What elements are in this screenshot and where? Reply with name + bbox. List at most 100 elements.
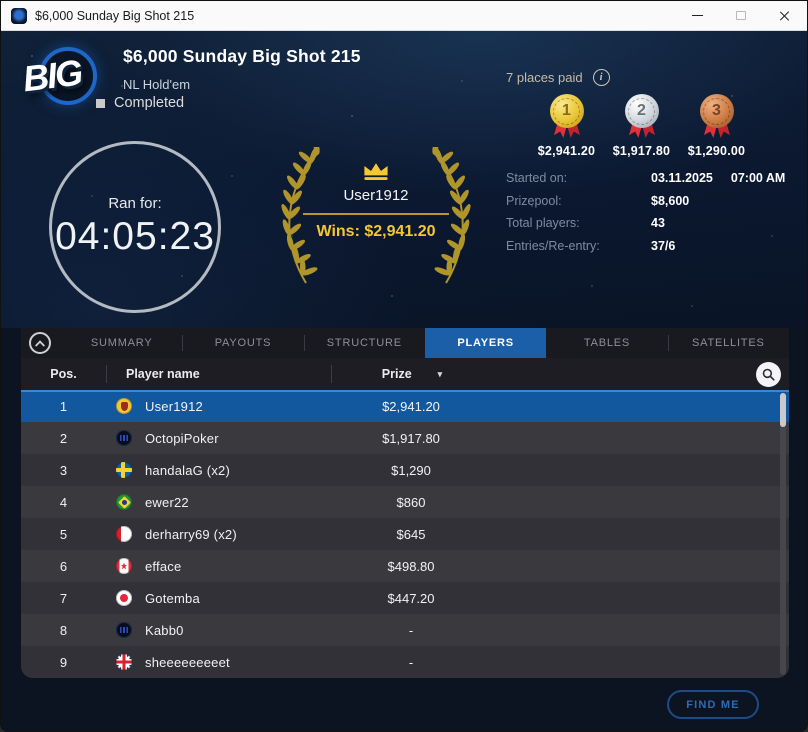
info-row: Entries/Re-entry: 37/6 [506,239,794,253]
player-prize: $2,941.20 [382,398,440,414]
search-player-button[interactable] [756,361,781,387]
player-name: OctopiPoker [145,430,219,446]
medal-coin-icon: 3 [699,94,734,128]
title-bar: $6,000 Sunday Big Shot 215 [1,1,807,31]
tournament-status: Completed [96,95,184,111]
player-name-cell: handalaG (x2) [106,462,331,478]
table-row[interactable]: 5 derharry69 (x2) $645 [21,518,789,550]
laurel-left-icon [281,147,320,284]
player-name: derharry69 (x2) [145,526,237,542]
info-label: Total players: [506,216,580,230]
info-label: Entries/Re-entry: [506,238,600,253]
tab-players[interactable]: PLAYERS [424,328,547,358]
table-row[interactable]: 3 handalaG (x2) $1,290 [21,454,789,486]
medal-prize: $1,917.80 [612,144,671,158]
search-icon [762,368,775,381]
window-title: $6,000 Sunday Big Shot 215 [35,8,195,23]
ran-for-circle: Ran for: 04:05:23 [49,141,221,313]
info-row: Total players: 43 [506,216,794,230]
app-icon [11,7,27,24]
player-prize: $860 [396,494,426,510]
laurel-right-icon [432,147,471,284]
tab-structure[interactable]: STRUCTURE [303,328,425,358]
info-row: Started on: 03.11.2025 07:00 AM [506,171,794,185]
tab-summary[interactable]: SUMMARY [61,328,182,358]
minimize-button[interactable] [675,1,719,30]
collapse-panel-button[interactable] [29,332,51,354]
player-name-cell: ewer22 [106,494,331,510]
player-flag-icon [116,622,132,638]
player-position: 7 [59,590,68,606]
window-controls [675,1,807,30]
info-value-secondary: 07:00 AM [730,171,786,185]
player-flag-icon [116,654,132,670]
info-value: 37/6 [651,238,676,253]
info-value: $8,600 [651,193,690,208]
info-icon[interactable]: i [592,69,610,86]
player-flag-icon [116,526,132,542]
player-name-cell: sheeeeeeeeet [106,654,331,670]
info-label: Started on: [506,171,568,185]
player-name-cell: User1912 [106,398,331,414]
player-prize: $1,290 [391,462,431,478]
tab-label: SATELLITES [692,337,765,349]
player-name: sheeeeeeeeet [145,654,230,670]
player-position: 1 [59,398,68,414]
tab-bar: SUMMARY PAYOUTS STRUCTURE PLAYERS TABLES… [21,328,789,358]
find-me-button[interactable]: FIND ME [667,690,759,719]
close-button[interactable] [763,1,807,30]
player-name: User1912 [145,398,203,414]
table-row[interactable]: 6 efface $498.80 [21,550,789,582]
player-name-cell: OctopiPoker [106,430,331,446]
prize-header-label: Prize [381,367,412,381]
medal-prize: $2,941.20 [537,144,596,158]
player-name-cell: derharry69 (x2) [106,526,331,542]
tab-label: STRUCTURE [326,337,402,349]
tournament-info-list: Started on: 03.11.2025 07:00 AM Prizepoo… [506,171,794,253]
table-row[interactable]: 8 Kabb0 - [21,614,789,646]
game-type: NL Hold'em [123,77,191,92]
player-position: 6 [59,558,68,574]
minimize-icon [691,14,703,17]
table-header: Pos. Player name Prize ▾ [21,358,789,390]
status-bullet-icon [96,98,105,108]
player-position: 5 [59,526,68,542]
player-prize: $1,917.80 [382,430,440,446]
info-value: 43 [651,216,665,230]
sort-caret-icon[interactable]: ▾ [438,369,443,380]
medals-row: 1 $2,941.20 2 $1,917.80 3 $1,290.00 [529,94,794,158]
scrollbar-thumb[interactable] [780,393,786,427]
player-flag-icon [116,430,132,446]
medal: 3 $1,290.00 [679,94,754,158]
medal-coin-icon: 1 [549,94,584,128]
table-row[interactable]: 7 Gotemba $447.20 [21,582,789,614]
tab-satellites[interactable]: SATELLITES [667,328,789,358]
players-list: 1 User1912 $2,941.20 2 OctopiPoker $1,91… [21,390,789,678]
scrollbar-track[interactable] [780,393,786,675]
medal-coin-icon: 2 [624,94,659,128]
places-paid-row: 7 places paid i [506,69,794,86]
player-prize: $447.20 [387,590,435,606]
tab-tables[interactable]: TABLES [546,328,667,358]
maximize-button[interactable] [719,1,763,30]
tab-label: PLAYERS [457,337,514,349]
player-name-cell: Gotemba [106,590,331,606]
tournament-header: BIG $6,000 Sunday Big Shot 215 NL Hold'e… [1,31,807,328]
player-name-cell: Kabb0 [106,622,331,638]
table-row[interactable]: 4 ewer22 $860 [21,486,789,518]
medal: 1 $2,941.20 [529,94,604,158]
table-row[interactable]: 9 sheeeeeeeeet - [21,646,789,678]
tab-bar-tabs: SUMMARY PAYOUTS STRUCTURE PLAYERS TABLES… [61,328,789,358]
player-flag-icon [116,590,132,606]
player-name: Gotemba [145,590,200,606]
table-row[interactable]: 2 OctopiPoker $1,917.80 [21,422,789,454]
logo-text: BIG [20,51,84,100]
tab-payouts[interactable]: PAYOUTS [182,328,303,358]
info-value: 03.11.2025 [651,171,713,185]
tournament-summary-panel: 7 places paid i 1 $2,941.20 2 $1,917.80 … [506,69,794,253]
table-row[interactable]: 1 User1912 $2,941.20 [21,390,789,422]
tournament-window: $6,000 Sunday Big Shot 215 BIG $6,000 Su… [0,0,808,732]
player-position: 9 [59,654,68,670]
player-name: Kabb0 [145,622,184,638]
player-name: ewer22 [145,494,189,510]
